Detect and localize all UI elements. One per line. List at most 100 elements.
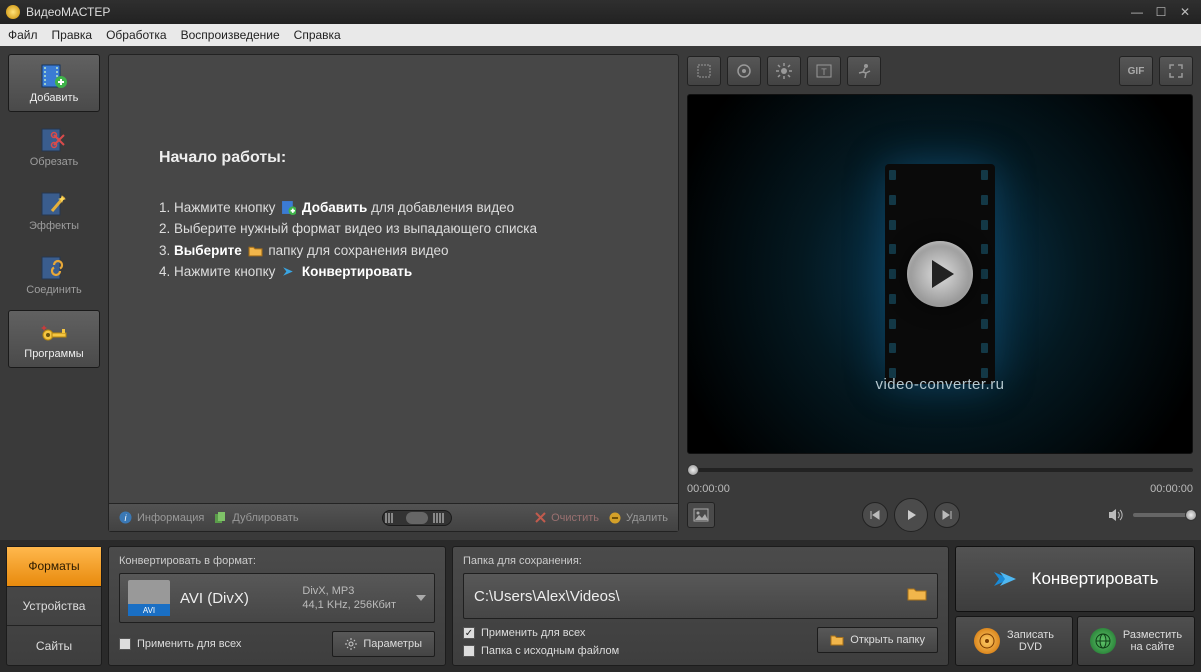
tab-devices[interactable]: Устройства (7, 587, 101, 627)
tool-gif-button[interactable]: GIF (1119, 56, 1153, 86)
sidebar-programs-label: Программы (24, 348, 83, 360)
sidebar-cut-button[interactable]: Обрезать (8, 118, 100, 176)
preview-video[interactable]: video-converter.ru (687, 94, 1193, 454)
sidebar-programs-button[interactable]: Программы (8, 310, 100, 368)
menu-process[interactable]: Обработка (106, 28, 167, 42)
info-icon: i (119, 511, 132, 524)
sidebar: Добавить Обрезать Эффекты Соединить Прог… (0, 46, 108, 540)
sidebar-add-button[interactable]: Добавить (8, 54, 100, 112)
prev-button[interactable] (862, 502, 888, 528)
time-elapsed: 00:00:00 (687, 483, 730, 495)
tool-text-button[interactable]: T (807, 56, 841, 86)
format-panel-label: Конвертировать в формат: (119, 555, 435, 567)
tab-sites[interactable]: Сайты (7, 626, 101, 665)
folder-source-checkbox[interactable]: Папка с исходным файлом (463, 645, 619, 657)
globe-icon (1090, 628, 1116, 654)
sidebar-effects-label: Эффекты (29, 220, 79, 232)
time-total: 00:00:00 (1150, 483, 1193, 495)
speaker-icon[interactable] (1107, 507, 1125, 523)
duplicate-button[interactable]: Дублировать (214, 511, 298, 524)
file-list-area: Начало работы: 1. Нажмите кнопку Добавит… (108, 54, 679, 532)
key-icon (38, 318, 70, 346)
step-1: 1. Нажмите кнопку Добавить для добавлени… (159, 197, 638, 219)
tool-crop-button[interactable] (687, 56, 721, 86)
progress-row (687, 458, 1193, 482)
seek-slider[interactable] (687, 468, 1193, 472)
folder-inline-icon (248, 243, 263, 257)
menu-playback[interactable]: Воспроизведение (181, 28, 280, 42)
info-button[interactable]: i Информация (119, 511, 204, 524)
play-icon (904, 508, 918, 522)
menu-bar: Файл Правка Обработка Воспроизведение Сп… (0, 24, 1201, 46)
burn-dvd-button[interactable]: Записать DVD (955, 616, 1073, 666)
sidebar-join-label: Соединить (26, 284, 82, 296)
folder-icon (830, 634, 844, 646)
getting-started: Начало работы: 1. Нажмите кнопку Добавит… (109, 55, 678, 503)
gif-icon: GIF (1128, 66, 1145, 77)
step-2: 2. Выберите нужный формат видео из выпад… (159, 218, 638, 240)
browse-folder-button[interactable] (907, 586, 927, 607)
file-list-toolbar: i Информация Дублировать Очистить Удалит… (109, 503, 678, 531)
tool-brightness-button[interactable] (767, 56, 801, 86)
folder-apply-all-checkbox[interactable]: ✓ Применить для всех (463, 627, 619, 639)
params-button[interactable]: Параметры (332, 631, 435, 657)
sidebar-add-label: Добавить (30, 92, 79, 104)
format-dropdown[interactable]: AVI (DivX) DivX, MP3 44,1 KHz, 256Кбит (119, 573, 435, 623)
convert-button[interactable]: Конвертировать (955, 546, 1195, 612)
open-folder-button[interactable]: Открыть папку (817, 627, 938, 653)
action-panel: Конвертировать Записать DVD Разместить н… (955, 546, 1195, 666)
upload-button[interactable]: Разместить на сайте (1077, 616, 1195, 666)
delete-button[interactable]: Удалить (609, 512, 668, 524)
snapshot-button[interactable] (687, 502, 715, 528)
tool-fullscreen-button[interactable] (1159, 56, 1193, 86)
volume-slider[interactable] (1133, 513, 1193, 517)
folder-path-text: C:\Users\Alex\Videos\ (474, 588, 620, 605)
checkbox-icon (119, 638, 131, 650)
sidebar-effects-button[interactable]: Эффекты (8, 182, 100, 240)
bottom-panel: Форматы Устройства Сайты Конвертировать … (0, 540, 1201, 672)
menu-file[interactable]: Файл (8, 28, 38, 42)
filmstrip-graphic (885, 164, 995, 384)
format-panel: Конвертировать в формат: AVI (DivX) DivX… (108, 546, 446, 666)
next-icon (941, 509, 953, 521)
svg-text:T: T (821, 67, 827, 77)
maximize-button[interactable]: ☐ (1151, 5, 1171, 19)
tool-enhance-button[interactable] (727, 56, 761, 86)
prev-icon (869, 509, 881, 521)
disc-icon (974, 628, 1000, 654)
tab-formats[interactable]: Форматы (7, 547, 101, 587)
getting-started-heading: Начало работы: (159, 145, 638, 171)
format-thumb-icon (128, 580, 170, 616)
fullscreen-icon (1167, 62, 1185, 80)
text-frame-icon: T (815, 62, 833, 80)
gear-icon (345, 638, 357, 650)
next-button[interactable] (934, 502, 960, 528)
view-mode-toggle[interactable] (382, 510, 452, 526)
preview-panel: T GIF video-converter.ru 00:00:00 00:00:… (679, 46, 1201, 540)
menu-edit[interactable]: Правка (52, 28, 93, 42)
add-film-icon (38, 62, 70, 90)
title-bar: ВидеоМАСТЕР — ☐ ✕ (0, 0, 1201, 24)
scissors-film-icon (38, 126, 70, 154)
folder-panel-label: Папка для сохранения: (463, 555, 938, 567)
checkbox-icon (463, 645, 475, 657)
menu-help[interactable]: Справка (294, 28, 341, 42)
play-button[interactable] (894, 498, 928, 532)
convert-arrow-icon (992, 568, 1020, 590)
link-film-icon (38, 254, 70, 282)
format-apply-all-checkbox[interactable]: Применить для всех (119, 638, 241, 650)
tool-speed-button[interactable] (847, 56, 881, 86)
minimize-button[interactable]: — (1127, 5, 1147, 19)
folder-open-icon (907, 586, 927, 602)
volume-control (1107, 507, 1193, 523)
time-row: 00:00:00 00:00:00 (687, 482, 1193, 496)
sun-icon (775, 62, 793, 80)
step-3: 3. Выберите папку для сохранения видео (159, 240, 638, 262)
clear-button[interactable]: Очистить (535, 512, 599, 524)
close-button[interactable]: ✕ (1175, 5, 1195, 19)
folder-path-field[interactable]: C:\Users\Alex\Videos\ (463, 573, 938, 619)
sidebar-join-button[interactable]: Соединить (8, 246, 100, 304)
step-4: 4. Нажмите кнопку Конвертировать (159, 261, 638, 283)
folder-panel: Папка для сохранения: C:\Users\Alex\Vide… (452, 546, 949, 666)
preview-toolbar: T GIF (687, 54, 1193, 88)
